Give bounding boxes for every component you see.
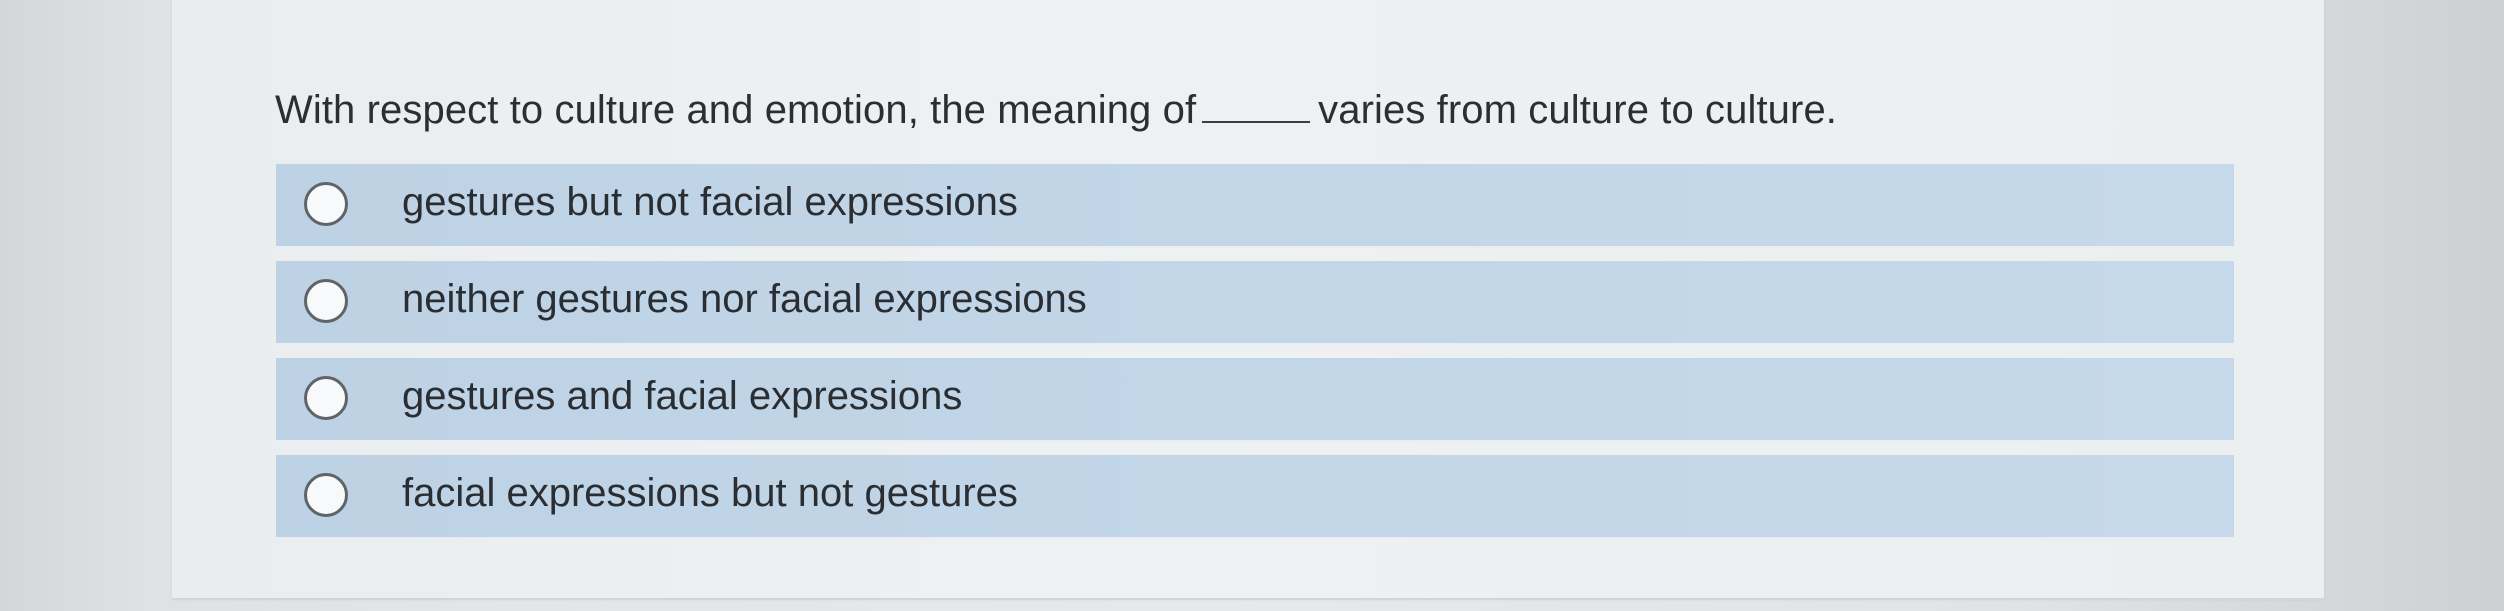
option-label: gestures and facial expressions (402, 374, 963, 418)
radio-button[interactable] (304, 376, 348, 420)
radio-button[interactable] (304, 473, 348, 517)
radio-button[interactable] (304, 182, 348, 226)
option-both[interactable]: gestures and facial expressions (276, 358, 2234, 442)
option-label: gestures but not facial expressions (402, 180, 1018, 224)
question-text: With respect to culture and emotion, the… (275, 88, 1837, 133)
option-facial-not-gestures[interactable]: facial expressions but not gestures (276, 455, 2234, 539)
question-prefix: With respect to culture and emotion, the… (275, 88, 1197, 132)
radio-button[interactable] (304, 279, 348, 323)
answer-options: gestures but not facial expressions neit… (276, 164, 2234, 552)
card-edge (172, 598, 2324, 600)
option-label: facial expressions but not gestures (402, 471, 1018, 515)
option-neither[interactable]: neither gestures nor facial expressions (276, 261, 2234, 345)
option-gestures-not-facial[interactable]: gestures but not facial expressions (276, 164, 2234, 248)
option-label: neither gestures nor facial expressions (402, 277, 1087, 321)
answer-blank (1202, 91, 1311, 123)
question-suffix: varies from culture to culture. (1318, 88, 1837, 132)
